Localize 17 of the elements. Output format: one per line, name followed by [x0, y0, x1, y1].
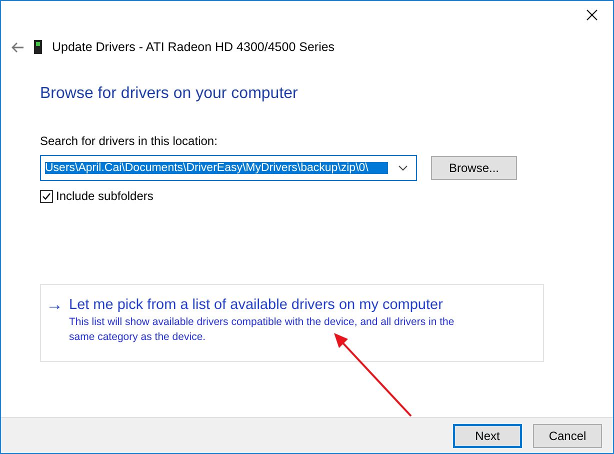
option-title[interactable]: Let me pick from a list of available drivers on my computer — [69, 295, 479, 315]
chevron-icon[interactable] — [398, 165, 408, 171]
checkbox[interactable] — [40, 190, 53, 202]
location-label: Search for drivers in this location: — [40, 134, 218, 148]
back-arrow-icon[interactable] — [11, 42, 24, 52]
checkbox-label: Include subfolders — [56, 189, 154, 203]
option-card[interactable]: → Let me pick from a list of available drivers on my computer This list will show available drivers compatible with the device, and all drivers in the same category as the device. — [40, 284, 544, 362]
arrow-glyph: → — [46, 295, 63, 316]
dialog-button[interactable]: Next — [453, 424, 522, 448]
location-combo-box[interactable]: Users\April.Cai\Documents\DriverEasy\MyDrivers\backup\zip\0\ — [40, 155, 417, 181]
device-icon — [34, 40, 42, 54]
dialog-button[interactable]: Cancel — [533, 424, 602, 448]
window-title: Update Drivers - ATI Radeon HD 4300/4500 Series — [52, 40, 335, 54]
option-description: This list will show available drivers compatible with the device, and all drivers in the same category as the device. — [69, 315, 456, 345]
page-heading: Browse for drivers on your computer — [40, 85, 299, 103]
browse-button[interactable]: Browse... — [431, 156, 517, 180]
close-icon[interactable] — [586, 9, 598, 21]
